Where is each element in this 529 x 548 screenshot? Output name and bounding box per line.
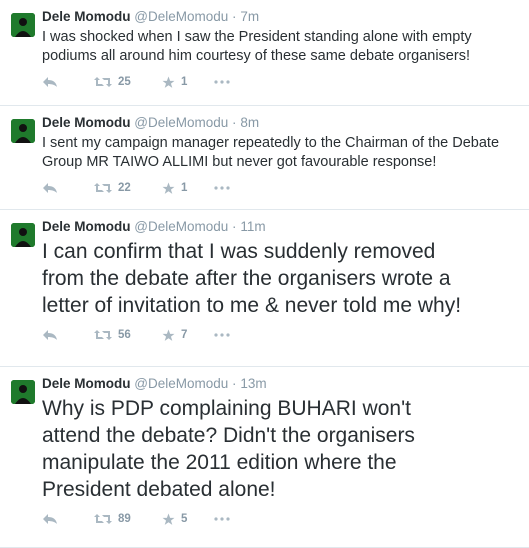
more-button[interactable] [214, 517, 230, 521]
more-dots-icon [214, 333, 230, 337]
person-silhouette-icon [11, 13, 35, 37]
favorite-button[interactable]: 1 [162, 76, 214, 89]
more-dots-icon [214, 186, 230, 190]
tweet-actions: 22 1 [42, 174, 519, 202]
tweet-text: I can confirm that I was suddenly remove… [42, 240, 462, 317]
retweet-button[interactable]: 25 [94, 76, 162, 88]
profile-avatar[interactable] [11, 119, 35, 143]
person-silhouette-icon [11, 223, 35, 247]
reply-icon [43, 77, 57, 87]
author-name[interactable]: Dele Momodu [42, 219, 131, 234]
retweet-count: 89 [118, 513, 131, 525]
author-name[interactable]: Dele Momodu [42, 376, 131, 391]
person-silhouette-icon [11, 119, 35, 143]
retweet-count: 25 [118, 76, 131, 88]
star-icon [162, 329, 175, 341]
tweet-actions: 25 1 [42, 68, 519, 96]
author-name[interactable]: Dele Momodu [42, 9, 131, 24]
profile-avatar[interactable] [11, 223, 35, 247]
tweet-timeline: Dele Momodu @DeleMomodu · 7m I was shock… [0, 0, 529, 548]
tweet-header: Dele Momodu @DeleMomodu · 7m [42, 8, 519, 26]
star-icon [162, 182, 175, 194]
favorite-button[interactable]: 5 [162, 513, 214, 526]
favorite-count: 1 [181, 182, 188, 194]
tweet-actions: 56 7 [42, 321, 519, 349]
reply-button[interactable] [42, 76, 94, 88]
tweet[interactable]: Dele Momodu @DeleMomodu · 11m I can conf… [0, 210, 529, 367]
favorite-count: 1 [181, 76, 188, 88]
tweet[interactable]: Dele Momodu @DeleMomodu · 8m I sent my c… [0, 106, 529, 210]
tweet-header: Dele Momodu @DeleMomodu · 8m [42, 114, 519, 132]
separator: · [232, 9, 237, 24]
tweet-text: I was shocked when I saw the President s… [42, 29, 472, 64]
author-handle[interactable]: @DeleMomodu [134, 115, 228, 130]
tweet-header: Dele Momodu @DeleMomodu · 13m [42, 375, 519, 393]
retweet-icon [94, 514, 112, 524]
tweet[interactable]: Dele Momodu @DeleMomodu · 7m I was shock… [0, 0, 529, 106]
tweet-time[interactable]: 13m [240, 376, 266, 391]
tweet-time[interactable]: 7m [240, 9, 259, 24]
favorite-count: 7 [181, 329, 188, 341]
tweet-text: I sent my campaign manager repeatedly to… [42, 135, 500, 170]
tweet-text: Why is PDP complaining BUHARI won't atte… [42, 397, 415, 501]
reply-icon [43, 514, 57, 524]
author-handle[interactable]: @DeleMomodu [134, 376, 228, 391]
favorite-count: 5 [181, 513, 188, 525]
more-button[interactable] [214, 333, 230, 337]
author-handle[interactable]: @DeleMomodu [134, 219, 228, 234]
retweet-count: 22 [118, 182, 131, 194]
profile-avatar[interactable] [11, 380, 35, 404]
separator: · [232, 376, 237, 391]
tweet-actions: 89 5 [42, 505, 519, 533]
more-dots-icon [214, 517, 230, 521]
favorite-button[interactable]: 7 [162, 329, 214, 342]
more-button[interactable] [214, 186, 230, 190]
separator: · [232, 115, 237, 130]
reply-button[interactable] [42, 513, 94, 525]
favorite-button[interactable]: 1 [162, 182, 214, 195]
author-handle[interactable]: @DeleMomodu [134, 9, 228, 24]
reply-icon [43, 330, 57, 340]
author-name[interactable]: Dele Momodu [42, 115, 131, 130]
reply-icon [43, 183, 57, 193]
tweet-time[interactable]: 11m [240, 219, 265, 234]
retweet-icon [94, 77, 112, 87]
star-icon [162, 513, 175, 525]
person-silhouette-icon [11, 380, 35, 404]
retweet-button[interactable]: 89 [94, 513, 162, 525]
profile-avatar[interactable] [11, 13, 35, 37]
reply-button[interactable] [42, 329, 94, 341]
more-button[interactable] [214, 80, 230, 84]
reply-button[interactable] [42, 182, 94, 194]
more-dots-icon [214, 80, 230, 84]
retweet-button[interactable]: 22 [94, 182, 162, 194]
star-icon [162, 76, 175, 88]
tweet-header: Dele Momodu @DeleMomodu · 11m [42, 218, 519, 236]
separator: · [232, 219, 237, 234]
retweet-icon [94, 330, 112, 340]
retweet-icon [94, 183, 112, 193]
retweet-button[interactable]: 56 [94, 329, 162, 341]
tweet-time[interactable]: 8m [240, 115, 259, 130]
retweet-count: 56 [118, 329, 131, 341]
tweet[interactable]: Dele Momodu @DeleMomodu · 13m Why is PDP… [0, 367, 529, 548]
